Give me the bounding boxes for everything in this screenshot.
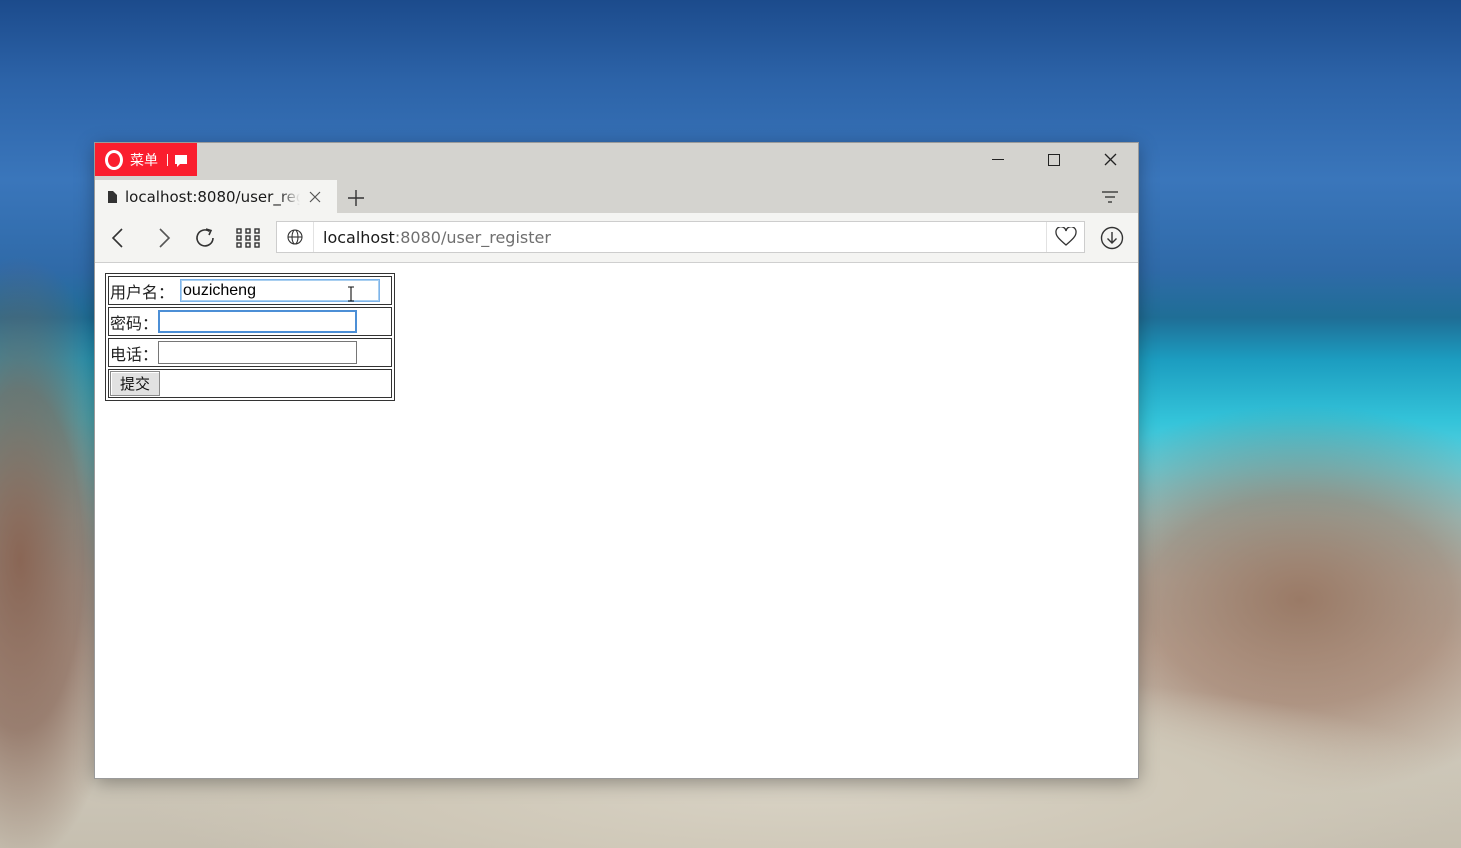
forward-arrow-icon: [159, 228, 171, 248]
password-input[interactable]: [158, 310, 358, 333]
download-icon: [1100, 226, 1124, 250]
site-info-button[interactable]: [277, 222, 314, 252]
globe-icon: [287, 229, 303, 245]
text-cursor-icon: [348, 286, 354, 302]
phone-input[interactable]: [158, 341, 358, 364]
maximize-icon: [1048, 153, 1060, 166]
new-tab-button[interactable]: [343, 185, 369, 211]
menu-separator: [167, 153, 168, 166]
password-label: 密码：: [110, 313, 159, 333]
browser-window: 菜单 localhost:8080/user_register: [95, 143, 1138, 778]
close-window-button[interactable]: [1082, 143, 1138, 176]
tab-close-button[interactable]: [308, 190, 322, 204]
plus-icon: [348, 190, 364, 206]
password-row: 密码：: [108, 307, 392, 336]
submit-cell: 提交: [108, 369, 392, 398]
tab-title: localhost:8080/user_register: [125, 187, 300, 206]
url-host: localhost: [323, 227, 395, 247]
close-icon: [309, 191, 321, 202]
page-content: 用户名： 密码： 电话： 提交: [95, 263, 1138, 778]
speed-dial-button[interactable]: [234, 224, 262, 252]
maximize-button[interactable]: [1026, 143, 1082, 176]
window-controls: [970, 143, 1138, 176]
phone-label: 电话：: [110, 344, 159, 364]
tab-menu-icon: [1102, 191, 1118, 203]
url-path: :8080/user_register: [394, 227, 551, 247]
url-text: localhost:8080/user_register: [323, 228, 551, 247]
address-bar[interactable]: localhost:8080/user_register: [276, 221, 1085, 253]
tab-active[interactable]: localhost:8080/user_register: [95, 180, 337, 213]
forward-button[interactable]: [150, 224, 178, 252]
heart-icon: [1054, 227, 1077, 246]
close-icon: [1104, 153, 1116, 166]
submit-button[interactable]: 提交: [110, 371, 161, 396]
page-icon: [108, 190, 117, 203]
navigation-toolbar: localhost:8080/user_register: [95, 213, 1138, 263]
opera-logo-icon: [105, 149, 123, 170]
reload-icon: [196, 228, 214, 247]
minimize-button[interactable]: [970, 143, 1026, 176]
grid-icon: [236, 228, 260, 248]
opera-menu-button[interactable]: 菜单: [95, 143, 197, 176]
phone-row: 电话：: [108, 338, 392, 367]
back-button[interactable]: [104, 224, 132, 252]
back-arrow-icon: [111, 228, 123, 248]
submit-row: 提交: [108, 369, 392, 398]
menu-label: 菜单: [130, 152, 158, 169]
download-button[interactable]: [1098, 224, 1126, 252]
minimize-icon: [992, 159, 1004, 160]
tab-menu-button[interactable]: [1100, 187, 1120, 207]
bookmark-button[interactable]: [1046, 222, 1084, 252]
phone-cell: 电话：: [108, 338, 392, 367]
username-label: 用户名：: [110, 282, 175, 302]
reload-button[interactable]: [191, 224, 219, 252]
title-bar: 菜单 localhost:8080/user_register: [95, 143, 1138, 213]
password-cell: 密码：: [108, 307, 392, 336]
flag-icon: [175, 155, 187, 167]
